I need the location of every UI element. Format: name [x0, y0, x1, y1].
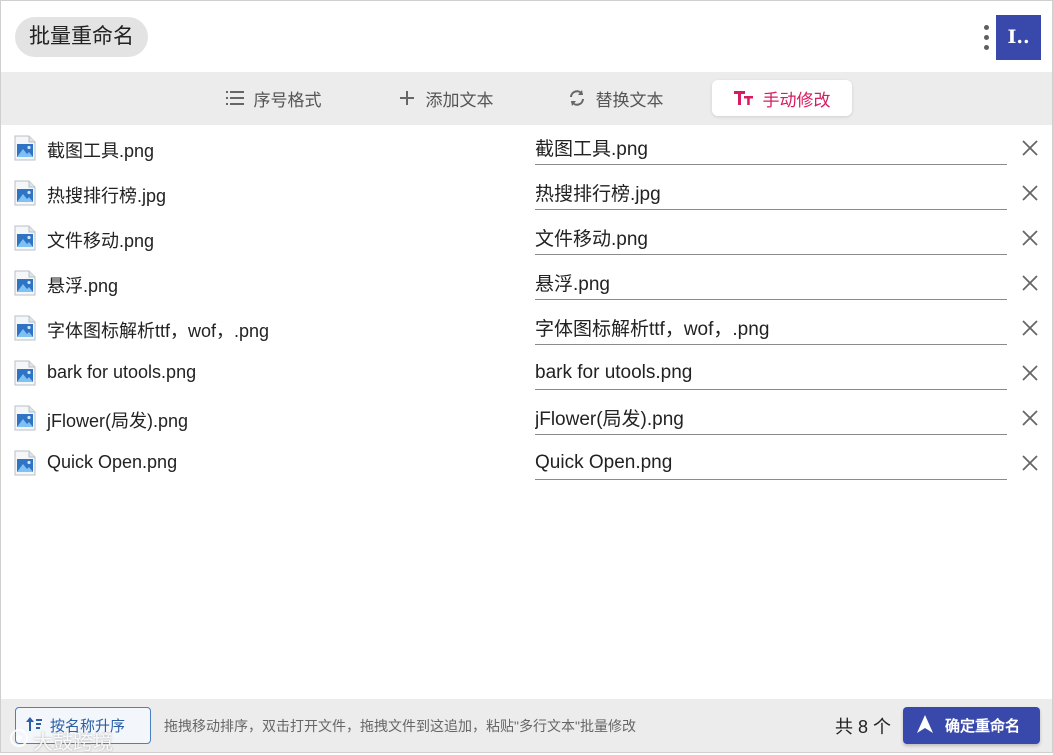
header: 批量重命名 I..	[1, 1, 1052, 72]
image-file-icon	[14, 315, 36, 341]
tab-label: 添加文本	[425, 90, 494, 110]
sort-label: 按名称升序	[50, 718, 126, 735]
image-file-icon	[14, 135, 36, 161]
original-file-name: Quick Open.png	[47, 452, 178, 472]
remove-file-icon[interactable]	[1019, 182, 1041, 204]
new-file-name-input[interactable]	[535, 311, 1007, 345]
sort-ascending-icon	[26, 716, 42, 736]
page-title: 批量重命名	[15, 17, 148, 57]
tab-label: 替换文本	[595, 90, 664, 110]
original-file-name: 截图工具.png	[47, 141, 155, 161]
tab-manual-edit[interactable]: 手动修改	[712, 80, 852, 116]
file-row[interactable]: Quick Open.png	[1, 440, 1052, 485]
tab-label: 序号格式	[253, 90, 322, 110]
remove-file-icon[interactable]	[1019, 227, 1041, 249]
file-count: 共 8 个	[835, 717, 892, 737]
new-file-name-input[interactable]	[535, 446, 1007, 480]
navigation-arrow-icon	[917, 714, 933, 737]
file-row[interactable]: 截图工具.png	[1, 125, 1052, 170]
original-file-name: 热搜排行榜.jpg	[47, 186, 167, 206]
tab-add-text[interactable]: 添加文本	[381, 80, 509, 116]
text-format-icon	[733, 88, 754, 108]
file-row[interactable]: 字体图标解析ttf，wof，.png	[1, 305, 1052, 350]
original-file-name: 字体图标解析ttf，wof，.png	[47, 321, 270, 341]
image-file-icon	[14, 450, 36, 476]
original-file-name: 文件移动.png	[47, 231, 155, 251]
original-file-name: bark for utools.png	[47, 362, 197, 382]
remove-file-icon[interactable]	[1019, 452, 1041, 474]
new-file-name-input[interactable]	[535, 176, 1007, 210]
file-list: 截图工具.png 热搜排行榜.jpg 文件移动.png 悬浮.png 字体图标解析ttf…	[1, 125, 1052, 485]
replace-icon	[567, 88, 587, 108]
remove-file-icon[interactable]	[1019, 407, 1041, 429]
remove-file-icon[interactable]	[1019, 137, 1041, 159]
tab-bar: 序号格式 添加文本 替换文本 手动修改	[1, 72, 1052, 125]
remove-file-icon[interactable]	[1019, 362, 1041, 384]
image-file-icon	[14, 405, 36, 431]
tab-sequence-format[interactable]: 序号格式	[209, 80, 337, 116]
new-file-name-input[interactable]	[535, 221, 1007, 255]
app-logo[interactable]: I..	[996, 15, 1041, 60]
new-file-name-input[interactable]	[535, 266, 1007, 300]
new-file-name-input[interactable]	[535, 356, 1007, 390]
usage-hint: 拖拽移动排序，双击打开文件，拖拽文件到这追加，粘贴"多行文本"批量修改	[164, 718, 636, 734]
confirm-label: 确定重命名	[945, 718, 1021, 735]
remove-file-icon[interactable]	[1019, 272, 1041, 294]
list-numbered-icon	[225, 88, 245, 108]
image-file-icon	[14, 270, 36, 296]
new-file-name-input[interactable]	[535, 401, 1007, 435]
tab-label: 手动修改	[762, 90, 831, 110]
file-row[interactable]: jFlower(局发).png	[1, 395, 1052, 440]
file-row[interactable]: 文件移动.png	[1, 215, 1052, 260]
image-file-icon	[14, 225, 36, 251]
app-window: 批量重命名 I.. 序号格式 添加文本 替换文本 手动修改 截图工具.png 截…	[0, 0, 1053, 754]
more-menu-icon[interactable]	[977, 19, 995, 55]
original-file-name: 悬浮.png	[47, 276, 119, 296]
image-file-icon	[14, 180, 36, 206]
plus-icon	[397, 88, 417, 108]
footer: 按名称升序 拖拽移动排序，双击打开文件，拖拽文件到这追加，粘贴"多行文本"批量修…	[1, 699, 1052, 752]
new-file-name-input[interactable]	[535, 131, 1007, 165]
original-file-name: jFlower(局发).png	[47, 411, 189, 431]
file-row[interactable]: 悬浮.png	[1, 260, 1052, 305]
file-row[interactable]: 热搜排行榜.jpg	[1, 170, 1052, 215]
image-file-icon	[14, 360, 36, 386]
tab-replace-text[interactable]: 替换文本	[551, 80, 679, 116]
sort-by-name-button[interactable]: 按名称升序	[15, 707, 151, 744]
file-row[interactable]: bark for utools.png	[1, 350, 1052, 395]
remove-file-icon[interactable]	[1019, 317, 1041, 339]
confirm-rename-button[interactable]: 确定重命名	[903, 707, 1040, 744]
